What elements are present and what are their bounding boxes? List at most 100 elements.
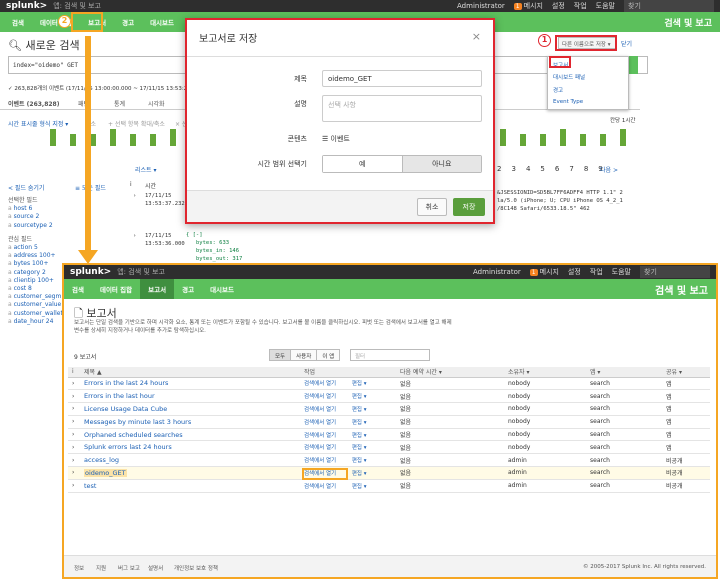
menu-item-dashboard-panel[interactable]: 대시보드 패널 <box>553 73 585 81</box>
field-item[interactable]: a customer_segm <box>8 293 63 301</box>
timeline-format-menu[interactable]: 시간 표시줄 형식 지정 ▾ <box>8 119 68 128</box>
report-title-link[interactable]: access_log <box>80 453 300 468</box>
app-selector[interactable]: 앱: 검색 및 보고 <box>53 1 101 11</box>
open-in-search-link[interactable]: 검색에서 열기 <box>304 381 336 387</box>
footer-link-bug-report[interactable]: 버그 보고 <box>118 564 140 572</box>
report-title-link[interactable]: Errors in the last 24 hours <box>80 377 300 391</box>
page-link[interactable]: 4 <box>526 165 530 173</box>
footer-link-docs[interactable]: 설명서 <box>148 564 163 572</box>
activity-menu[interactable]: 작업 <box>590 267 603 277</box>
messages-menu[interactable]: 1 메시지 <box>513 1 543 11</box>
edit-menu[interactable]: 편집 ▾ <box>352 471 367 477</box>
menu-item-alert[interactable]: 경고 <box>553 86 563 94</box>
time-range-yes-button[interactable]: 예 <box>323 156 403 172</box>
close-icon[interactable]: × <box>472 30 481 43</box>
edit-menu[interactable]: 편집 ▾ <box>352 420 367 426</box>
help-menu[interactable]: 도움말 <box>612 267 631 277</box>
field-item[interactable]: a action 5 <box>8 244 63 252</box>
open-in-search-link[interactable]: 검색에서 열기 <box>304 433 336 439</box>
column-header-next-scheduled[interactable]: 다음 예약 시간 ▾ <box>396 367 504 378</box>
timeline-bar[interactable] <box>540 134 546 146</box>
expand-row-icon[interactable]: › <box>68 453 80 468</box>
report-title-input[interactable]: oidemo_GET <box>322 70 482 87</box>
field-item[interactable]: a clientip 100+ <box>8 277 63 285</box>
list-view-menu[interactable]: 리스트 ▾ <box>135 165 156 174</box>
footer-link-about[interactable]: 정보 <box>74 564 84 572</box>
edit-menu[interactable]: 편집 ▾ <box>352 394 367 400</box>
splunk-logo[interactable]: splunk> <box>6 1 47 11</box>
expand-row-icon[interactable]: › <box>68 377 80 391</box>
report-title-link[interactable]: License Usage Data Cube <box>80 402 300 416</box>
tab-alerts[interactable]: 경고 <box>174 279 202 299</box>
report-title-link[interactable]: Orphaned scheduled searches <box>80 428 300 442</box>
tab-reports[interactable]: 보고서 <box>80 12 114 32</box>
field-item[interactable]: a customer_value <box>8 301 63 309</box>
column-header-sharing[interactable]: 공유 ▾ <box>662 367 710 378</box>
timeline-bar[interactable] <box>580 134 586 146</box>
page-link[interactable]: 6 <box>555 165 559 173</box>
find-input[interactable]: 찾기 <box>640 266 710 278</box>
tab-search[interactable]: 검색 <box>64 279 92 299</box>
timeline-bar[interactable] <box>110 129 116 146</box>
expand-row-icon[interactable]: › <box>68 402 80 416</box>
tab-search[interactable]: 검색 <box>4 12 32 32</box>
timeline-bar[interactable] <box>500 129 506 146</box>
edit-menu[interactable]: 편집 ▾ <box>352 445 367 451</box>
timeline-bar[interactable] <box>150 134 156 146</box>
timeline-bar[interactable] <box>170 129 176 146</box>
footer-link-support[interactable]: 지원 <box>96 564 106 572</box>
edit-menu[interactable]: 편집 ▾ <box>352 484 367 490</box>
tab-reports[interactable]: 보고서 <box>140 279 175 299</box>
app-selector[interactable]: 앱: 검색 및 보고 <box>117 267 165 277</box>
field-item[interactable]: a bytes 100+ <box>8 260 63 268</box>
tab-datasets[interactable]: 데이터 집합 <box>92 279 140 299</box>
field-item[interactable]: a category 2 <box>8 269 63 277</box>
open-in-search-link[interactable]: 검색에서 열기 <box>304 394 336 400</box>
activity-menu[interactable]: 작업 <box>574 1 587 11</box>
field-item[interactable]: a source 2 <box>8 213 63 221</box>
user-menu[interactable]: Administrator <box>457 2 505 10</box>
splunk-logo[interactable]: splunk> <box>70 267 111 277</box>
open-in-search-link[interactable]: 검색에서 열기 <box>304 420 336 426</box>
tab-datasets[interactable]: 데이터 집합 <box>32 12 80 32</box>
expand-row-icon[interactable]: › <box>68 389 80 404</box>
field-item[interactable]: a cost 8 <box>8 285 63 293</box>
tab-alerts[interactable]: 경고 <box>114 12 142 32</box>
column-header-owner[interactable]: 소유자 ▾ <box>504 367 586 378</box>
expand-row-icon[interactable]: › <box>68 415 80 429</box>
edit-menu[interactable]: 편집 ▾ <box>352 458 367 464</box>
page-link[interactable]: 2 <box>497 165 501 173</box>
filter-this-app-button[interactable]: 이 앱 <box>316 349 341 361</box>
expand-row-icon[interactable]: › <box>68 440 80 455</box>
report-title-link[interactable]: Splunk errors last 24 hours <box>80 440 300 455</box>
cancel-button[interactable]: 취소 <box>417 198 447 216</box>
zoom-selection-button[interactable]: + 선택 항목 확대/축소 <box>108 119 165 128</box>
report-title-link[interactable]: oidemo_GET <box>80 466 300 480</box>
user-menu[interactable]: Administrator <box>473 268 521 276</box>
open-in-search-link[interactable]: 검색에서 열기 <box>304 445 336 451</box>
footer-link-privacy[interactable]: 개인정보 보호 정책 <box>174 564 218 572</box>
field-item[interactable]: a date_hour 24 <box>8 318 63 326</box>
report-title-link[interactable]: Errors in the last hour <box>80 389 300 404</box>
tab-dashboards[interactable]: 대시보드 <box>202 279 242 299</box>
tab-events[interactable]: 이벤트 (263,828) <box>8 99 59 108</box>
settings-menu[interactable]: 설정 <box>568 267 581 277</box>
open-in-search-link[interactable]: 검색에서 열기 <box>304 471 336 477</box>
timeline-bar[interactable] <box>600 134 606 146</box>
description-textarea[interactable]: 선택 사항 <box>322 95 482 122</box>
page-link[interactable]: 3 <box>511 165 515 173</box>
filter-user-button[interactable]: 사용자 <box>290 349 318 361</box>
open-in-search-link[interactable]: 검색에서 열기 <box>304 407 336 413</box>
settings-menu[interactable]: 설정 <box>552 1 565 11</box>
messages-menu[interactable]: 1 메시지 <box>529 267 559 277</box>
time-range-no-button[interactable]: 아니요 <box>402 156 481 172</box>
edit-menu[interactable]: 편집 ▾ <box>352 433 367 439</box>
field-item[interactable]: a sourcetype 2 <box>8 222 63 230</box>
tab-statistics[interactable]: 통계 <box>114 99 125 108</box>
help-menu[interactable]: 도움말 <box>596 1 615 11</box>
find-input[interactable]: 찾기 <box>624 0 714 12</box>
timeline-bar[interactable] <box>620 129 626 146</box>
timeline-bar[interactable] <box>130 134 136 146</box>
tab-dashboards[interactable]: 대시보드 <box>142 12 182 32</box>
close-search-link[interactable]: 닫기 <box>621 39 632 48</box>
